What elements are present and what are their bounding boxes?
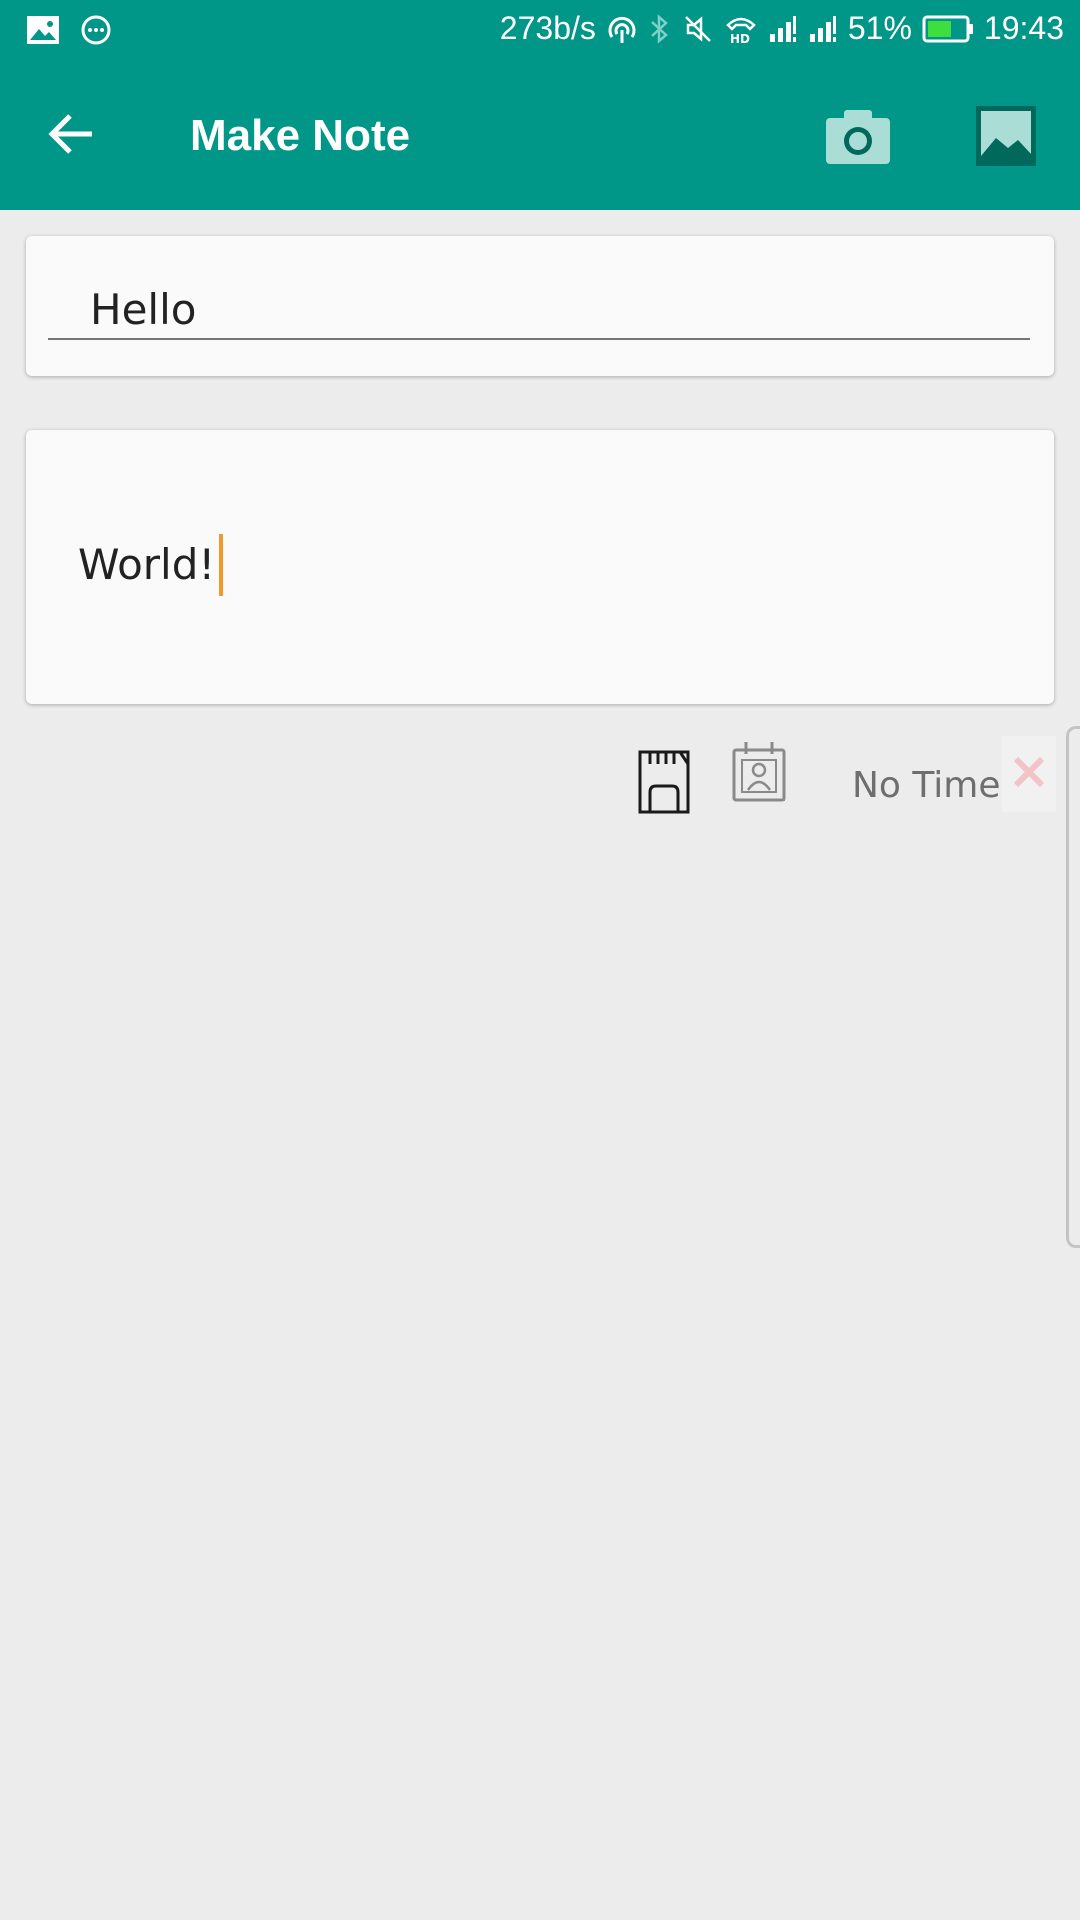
signal-icon-2 bbox=[808, 14, 838, 44]
bluetooth-icon bbox=[648, 13, 672, 45]
save-button[interactable] bbox=[636, 748, 692, 816]
battery-percent: 51% bbox=[847, 10, 912, 46]
page-title: Make Note bbox=[190, 111, 411, 160]
hd-call-icon: HD bbox=[724, 13, 758, 45]
text-cursor bbox=[219, 534, 224, 596]
note-body-text: World! bbox=[78, 540, 216, 589]
make-note-screen: 273b/s HD 51% 19:43 Make Note Hello Worl… bbox=[0, 0, 1080, 1920]
signal-icon bbox=[768, 14, 798, 44]
chat-bubble-icon bbox=[80, 14, 112, 46]
gallery-button[interactable] bbox=[974, 104, 1038, 168]
close-icon bbox=[1011, 754, 1047, 795]
side-drawer-handle[interactable] bbox=[1066, 726, 1080, 1248]
svg-text:HD: HD bbox=[730, 32, 750, 45]
net-speed: 273b/s bbox=[499, 10, 596, 46]
status-bar: 273b/s HD 51% 19:43 bbox=[0, 0, 1080, 64]
arrow-left-icon bbox=[48, 112, 96, 161]
camera-button[interactable] bbox=[824, 106, 892, 168]
app-bar: Make Note bbox=[0, 64, 1080, 210]
note-title-input[interactable]: Hello bbox=[48, 280, 1030, 340]
image-notification-icon bbox=[26, 15, 60, 45]
status-left-icons bbox=[26, 14, 112, 46]
note-body-input[interactable]: World! bbox=[78, 534, 224, 596]
contact-calendar-icon bbox=[730, 742, 790, 810]
camera-icon bbox=[824, 110, 892, 172]
time-label[interactable]: No Time bbox=[852, 762, 1001, 810]
body-card: World! bbox=[26, 430, 1054, 704]
hotspot-icon bbox=[606, 13, 638, 45]
clear-time-button[interactable] bbox=[1002, 736, 1056, 812]
contact-button[interactable] bbox=[730, 740, 790, 806]
clock: 19:43 bbox=[983, 10, 1064, 46]
back-button[interactable] bbox=[44, 110, 100, 162]
sd-card-icon bbox=[636, 750, 692, 820]
image-icon bbox=[974, 106, 1038, 172]
battery-icon bbox=[922, 14, 974, 44]
status-right-icons: 273b/s HD 51% 19:43 bbox=[500, 10, 1064, 47]
title-card: Hello bbox=[26, 236, 1054, 376]
mute-icon bbox=[682, 13, 714, 45]
